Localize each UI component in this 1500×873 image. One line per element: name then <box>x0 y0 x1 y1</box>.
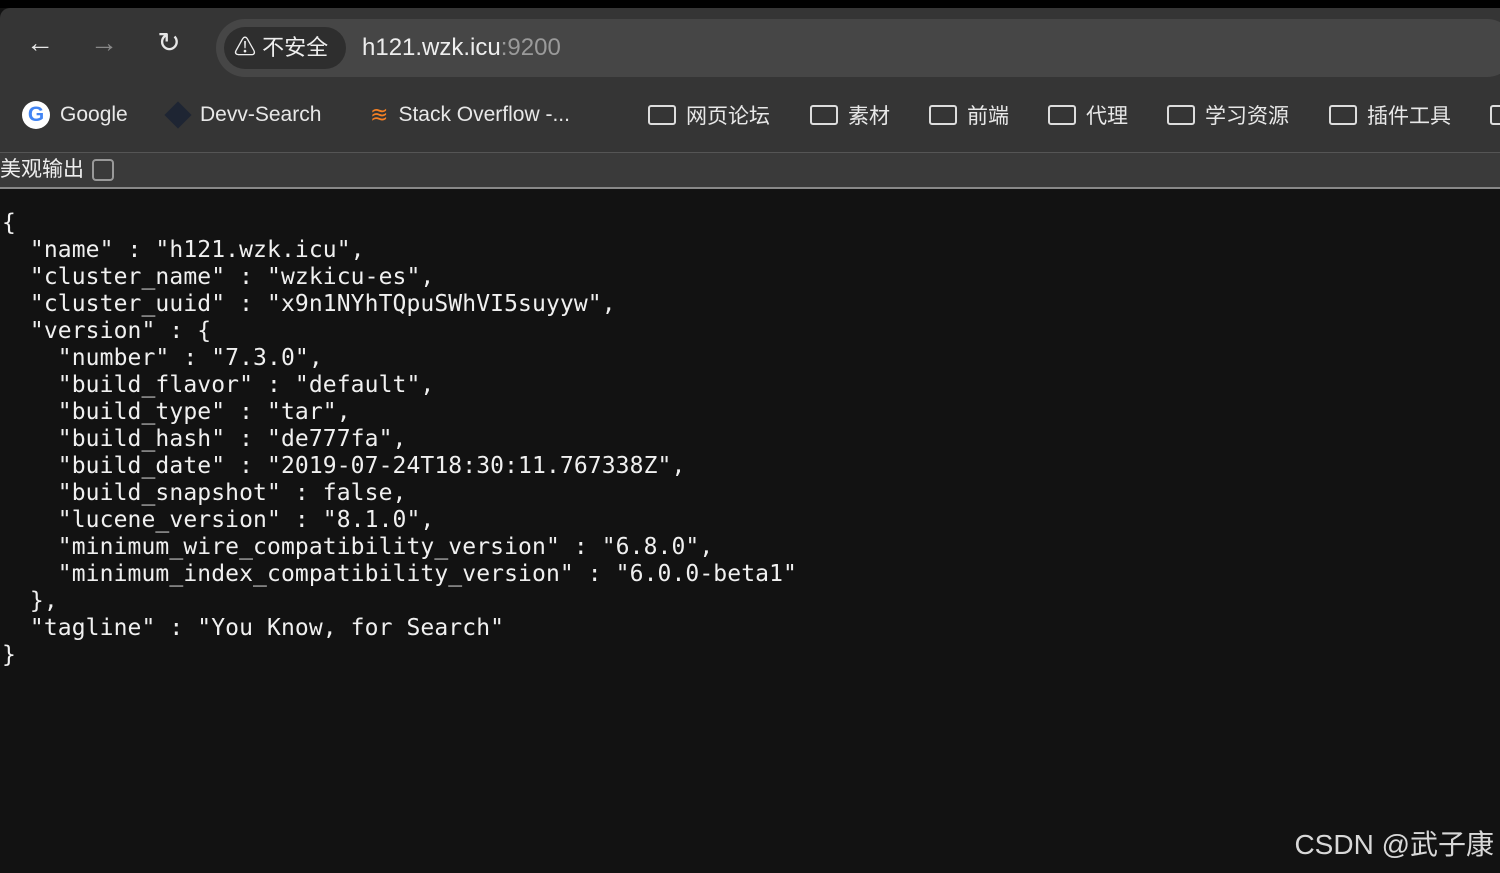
back-button[interactable]: ← <box>25 28 55 58</box>
bookmark-folder[interactable]: 学习资源 <box>1167 95 1289 135</box>
json-line: "cluster_name" : "wzkicu-es", <box>2 264 435 290</box>
bookmark-label: 网页论坛 <box>686 105 770 128</box>
bookmark-folder[interactable]: 代理 <box>1048 95 1128 135</box>
cube-icon <box>164 101 192 129</box>
json-line: } <box>2 642 16 668</box>
json-line: }, <box>2 588 58 614</box>
watermark: CSDN @武子康 <box>1294 829 1494 860</box>
json-line: "minimum_wire_compatibility_version" : "… <box>2 534 714 560</box>
bookmark-devv-search[interactable]: Devv-Search <box>164 95 322 135</box>
json-line: "cluster_uuid" : "x9n1NYhTQpuSWhVI5suyyw… <box>2 291 616 317</box>
bookmark-label: Stack Overflow -... <box>398 103 570 126</box>
reload-button[interactable]: ↻ <box>154 28 184 58</box>
json-line: "build_type" : "tar", <box>2 399 351 425</box>
pretty-print-label: 美观输出 <box>0 158 84 181</box>
folder-icon <box>1329 105 1357 125</box>
pretty-print-bar: 美观输出 <box>0 152 1500 189</box>
security-label: 不安全 <box>262 35 329 60</box>
stack-overflow-icon: ≋ <box>370 102 389 127</box>
bookmark-label: 素材 <box>848 105 890 128</box>
json-line: "tagline" : "You Know, for Search" <box>2 615 505 641</box>
warning-icon: ⚠ <box>234 35 263 60</box>
folder-icon <box>1167 105 1195 125</box>
json-line: "build_snapshot" : false, <box>2 480 407 506</box>
bookmark-label: 学习资源 <box>1205 105 1289 128</box>
json-line: "version" : { <box>2 318 212 344</box>
json-line: "build_flavor" : "default", <box>2 372 435 398</box>
json-line: "name" : "h121.wzk.icu", <box>2 237 365 263</box>
bookmark-label: 代理 <box>1086 105 1128 128</box>
url-port: :9200 <box>500 34 561 61</box>
url-host: h121.wzk.icu <box>362 34 501 61</box>
json-response: { "name" : "h121.wzk.icu", "cluster_name… <box>2 210 797 669</box>
bookmark-folder[interactable]: 插件工具 <box>1329 95 1451 135</box>
json-line: "build_date" : "2019-07-24T18:30:11.7673… <box>2 453 686 479</box>
folder-icon <box>1490 105 1500 125</box>
json-line: "minimum_index_compatibility_version" : … <box>2 561 797 587</box>
json-line: { <box>2 210 16 236</box>
google-icon: G <box>22 101 50 129</box>
forward-button[interactable]: → <box>89 28 119 58</box>
folder-icon <box>1048 105 1076 125</box>
bookmark-label: 前端 <box>967 105 1009 128</box>
bookmark-stack-overflow[interactable]: ≋ Stack Overflow -... <box>370 95 570 135</box>
screen-top-edge <box>0 0 1500 8</box>
bookmark-label: Devv-Search <box>200 103 322 126</box>
folder-icon <box>929 105 957 125</box>
bookmark-label: Google <box>60 103 128 126</box>
bookmark-google[interactable]: G Google <box>22 95 128 135</box>
bookmark-label: 插件工具 <box>1367 105 1451 128</box>
json-line: "number" : "7.3.0", <box>2 345 323 371</box>
folder-icon <box>648 105 676 125</box>
security-chip[interactable]: ⚠ 不安全 <box>224 27 346 69</box>
pretty-print-checkbox[interactable] <box>92 159 114 181</box>
bookmark-folder[interactable]: 素材 <box>810 95 890 135</box>
bookmark-folder[interactable]: 网页论坛 <box>648 95 770 135</box>
bookmark-folder-overflow[interactable] <box>1490 95 1500 135</box>
bookmark-folder[interactable]: 前端 <box>929 95 1009 135</box>
folder-icon <box>810 105 838 125</box>
json-line: "build_hash" : "de777fa", <box>2 426 407 452</box>
json-line: "lucene_version" : "8.1.0", <box>2 507 435 533</box>
url-text[interactable]: h121.wzk.icu:9200 <box>362 25 561 71</box>
